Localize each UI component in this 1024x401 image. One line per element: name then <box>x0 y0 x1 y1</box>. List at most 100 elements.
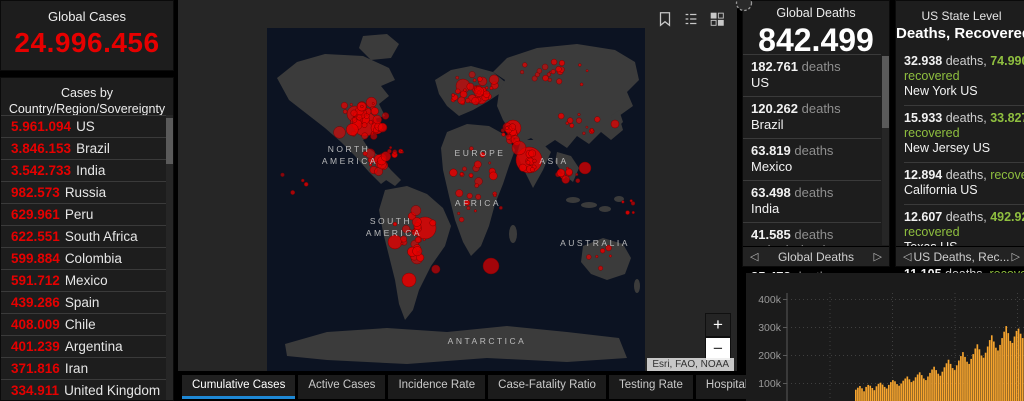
chart-bar <box>933 367 935 401</box>
case-count: 439.286 <box>11 295 60 310</box>
deaths-unit: deaths, <box>942 210 990 224</box>
tab-incidence-rate[interactable]: Incidence Rate <box>388 375 485 399</box>
state-death-count: 32.938 <box>904 54 942 68</box>
zoom-in-button[interactable]: + <box>705 313 731 337</box>
case-dot <box>432 265 440 273</box>
country-list-scrollbar[interactable] <box>166 115 173 400</box>
cases-by-country-panel: Cases by Country/Region/Sovereignty 5.96… <box>0 77 174 401</box>
scrollbar-thumb[interactable] <box>166 118 173 164</box>
case-dot <box>551 59 557 65</box>
case-count: 622.551 <box>11 229 60 244</box>
case-dot <box>551 70 555 74</box>
tab-testing-rate[interactable]: Testing Rate <box>609 375 693 399</box>
country-case-row[interactable]: 622.551South Africa <box>1 225 173 247</box>
country-name: Argentina <box>65 339 123 354</box>
chart-bar <box>894 381 896 401</box>
death-unit: deaths <box>794 185 833 200</box>
global-deaths-title: Global Deaths <box>743 1 889 20</box>
case-dot <box>519 164 526 171</box>
chart-bar <box>865 387 867 401</box>
legend-icon[interactable] <box>680 8 701 29</box>
bookmark-icon[interactable] <box>654 8 675 29</box>
country-case-row[interactable]: 591.712Mexico <box>1 269 173 291</box>
tab-cumulative-cases[interactable]: Cumulative Cases <box>182 375 295 399</box>
chart-bar <box>902 381 904 401</box>
case-dot <box>467 83 474 90</box>
case-dot <box>478 77 483 82</box>
chart-bar <box>925 380 927 401</box>
death-count-row[interactable]: 63.498 deathsIndia <box>743 180 881 222</box>
death-count-row[interactable]: 63.819 deathsMexico <box>743 138 881 180</box>
chart-bar <box>898 386 900 401</box>
us-state-row[interactable]: 32.938 deaths, 74.990recoveredNew York U… <box>904 49 1024 105</box>
map-continent-label: ASIA <box>539 156 568 166</box>
case-dot <box>464 89 467 92</box>
us-state-line1: 15.933 deaths, 33.827 <box>904 111 1024 126</box>
death-count-row[interactable]: 182.761 deathsUS <box>743 54 881 96</box>
case-dot <box>532 76 537 81</box>
chart-bar <box>958 361 960 401</box>
chart-bar <box>995 348 997 401</box>
map-continent-label: AUSTRALIA <box>560 238 630 248</box>
country-case-row[interactable]: 401.239Argentina <box>1 335 173 357</box>
chart-bar <box>927 377 929 401</box>
map-canvas[interactable]: NORTHAMERICAEUROPEASIAAFRICASOUTHAMERICA… <box>267 28 645 371</box>
case-dot <box>583 132 586 135</box>
country-case-row[interactable]: 439.286 Spain <box>1 291 173 313</box>
country-case-row[interactable]: 3.846.153Brazil <box>1 137 173 159</box>
clock-badge-icon[interactable] <box>735 0 753 12</box>
case-dot <box>281 173 285 177</box>
case-dot <box>579 162 591 174</box>
country-name: Spain <box>65 295 100 310</box>
map-continent-label: ANTARCTICA <box>448 336 527 346</box>
footer-label: Global Deaths <box>778 250 854 264</box>
prev-panel-arrow-icon[interactable]: ◁ <box>750 250 758 263</box>
chart-bar <box>950 364 952 401</box>
country-case-row[interactable]: 5.961.094US <box>1 115 173 137</box>
daily-cases-chart[interactable]: 100k200k300k400k <box>746 273 1024 401</box>
map-attribution: Esri, FAO, NOAA <box>647 358 734 371</box>
chart-bar <box>867 385 869 401</box>
case-dot <box>596 255 599 258</box>
deaths-list-scrollbar[interactable] <box>882 56 889 245</box>
global-cases-panel: Global Cases 24.996.456 <box>0 0 174 71</box>
death-count-row[interactable]: 120.262 deathsBrazil <box>743 96 881 138</box>
next-panel-arrow-icon[interactable]: ▷ <box>874 250 882 263</box>
country-case-row[interactable]: 371.816Iran <box>1 357 173 379</box>
basemap-icon[interactable] <box>706 8 727 29</box>
scrollbar-thumb[interactable] <box>882 56 889 128</box>
case-dot <box>474 161 481 168</box>
prev-panel-arrow-icon[interactable]: ◁ <box>903 250 911 263</box>
country-case-row[interactable]: 982.573Russia <box>1 181 173 203</box>
country-case-list: 5.961.094US3.846.153Brazil3.542.733India… <box>1 115 173 401</box>
next-panel-arrow-icon[interactable]: ▷ <box>1012 250 1020 263</box>
recovered-unit: recovered <box>990 168 1024 182</box>
case-dot <box>537 69 542 74</box>
country-case-row[interactable]: 3.542.733India <box>1 159 173 181</box>
case-dot <box>474 87 484 97</box>
case-dot <box>389 146 391 148</box>
chart-bar <box>1010 341 1012 401</box>
world-map[interactable]: NORTHAMERICAEUROPEASIAAFRICASOUTHAMERICA… <box>267 28 645 371</box>
chart-bar <box>968 364 970 401</box>
case-dot <box>567 118 573 124</box>
us-state-row[interactable]: 15.933 deaths, 33.827recoveredNew Jersey… <box>904 105 1024 162</box>
us-state-row[interactable]: 12.894 deaths, recoveredCalifornia US <box>904 162 1024 204</box>
us-state-footer: ◁ US Deaths, Rec... ▷ <box>896 246 1024 266</box>
country-name: Brazil <box>751 117 877 133</box>
case-dot <box>387 149 391 153</box>
country-case-row[interactable]: 334.911United Kingdom <box>1 379 173 401</box>
country-case-row[interactable]: 408.009Chile <box>1 313 173 335</box>
tab-active-cases[interactable]: Active Cases <box>298 375 385 399</box>
country-case-row[interactable]: 599.884Colombia <box>1 247 173 269</box>
case-dot <box>489 172 497 180</box>
tab-case-fatality-ratio[interactable]: Case-Fatality Ratio <box>488 375 606 399</box>
case-dot <box>357 115 362 120</box>
case-dot <box>473 79 476 82</box>
chart-bar <box>913 381 915 401</box>
deaths-by-country-list: 182.761 deathsUS120.262 deathsBrazil63.8… <box>743 54 881 306</box>
chart-bar <box>904 379 906 401</box>
country-name: Russia <box>65 185 106 200</box>
country-name: Colombia <box>65 251 122 266</box>
country-case-row[interactable]: 629.961Peru <box>1 203 173 225</box>
